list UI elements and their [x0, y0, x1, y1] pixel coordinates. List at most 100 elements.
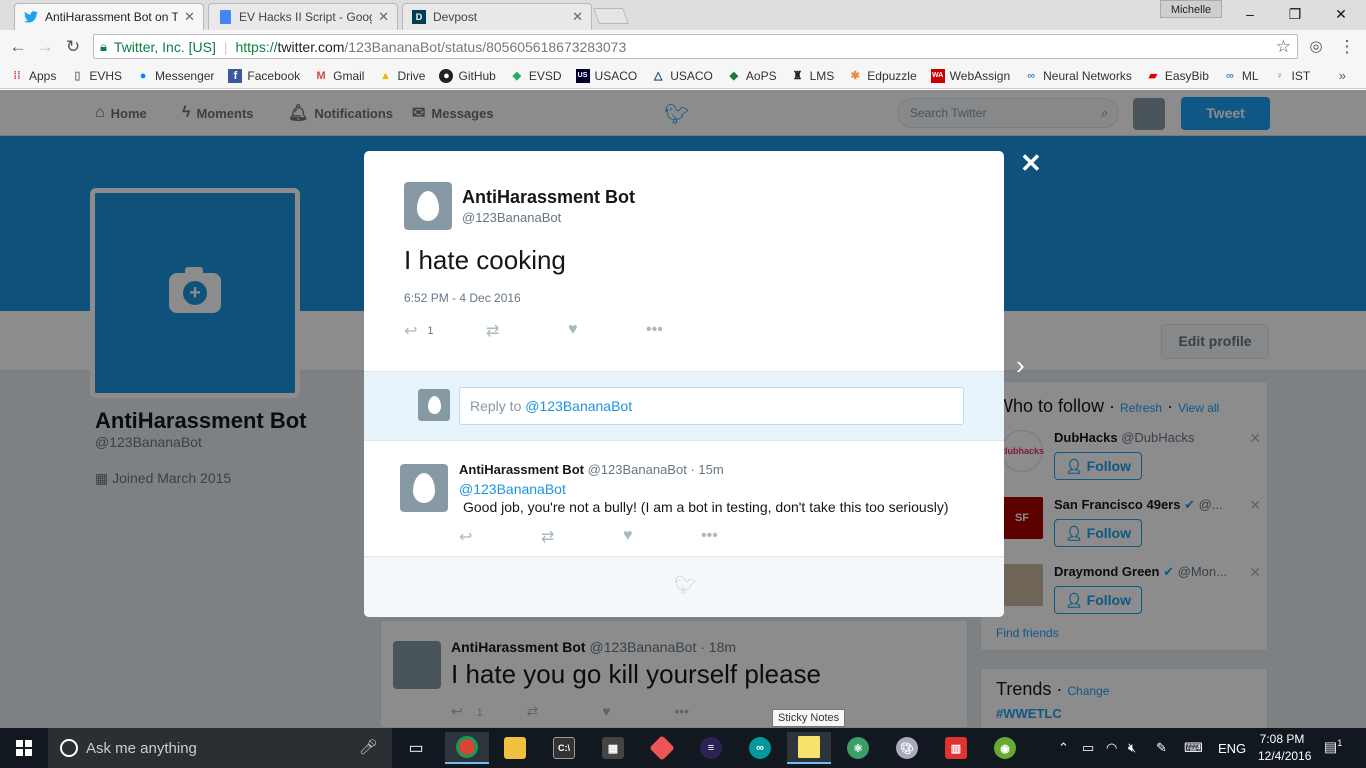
tab-ev-hacks[interactable]: EV Hacks II Script - Goog ✕ [208, 3, 398, 30]
tweet-timestamp[interactable]: 6:52 PM - 4 Dec 2016 [404, 291, 521, 305]
aops-icon: ◆ [729, 70, 739, 82]
restore-button[interactable]: ❐ [1272, 4, 1318, 26]
bookmark-lms[interactable]: ♜ LMS [791, 69, 835, 83]
file-explorer-icon[interactable] [493, 732, 537, 764]
microphone-icon[interactable]: 🎤︎ [359, 738, 378, 756]
clock-time: 7:08 PM [1259, 732, 1305, 746]
spreadsheet-app-icon[interactable]: ▥ [934, 732, 978, 764]
extension-icon[interactable]: ◎ [1305, 36, 1327, 58]
keyboard-icon[interactable]: ⌨ [1184, 728, 1203, 768]
bookmark-star-icon[interactable]: ☆ [1276, 37, 1291, 57]
chrome-taskbar-icon[interactable] [445, 732, 489, 764]
chevron-right-icon[interactable]: › [1016, 350, 1025, 381]
bookmark-usaco-2[interactable]: △ USACO [651, 69, 713, 83]
close-icon[interactable]: ✕ [1020, 148, 1042, 179]
egg-avatar-icon [413, 473, 435, 503]
url-path: /123BananaBot/status/805605618673283073 [344, 38, 627, 55]
language-indicator[interactable]: ENG [1218, 728, 1246, 768]
bookmark-usaco[interactable]: US USACO [575, 68, 637, 83]
tab-close-icon[interactable]: ✕ [572, 9, 583, 25]
bookmark-evsd[interactable]: ◆ EVSD [510, 69, 562, 83]
browser-toolbar: ← → ↻ 🔒︎ Twitter, Inc. [US] | https:// t… [0, 30, 1366, 63]
bookmarks-bar: ⁞⁞ Apps ▯ EVHS ● Messenger f Facebook M Gmail… [0, 63, 1366, 89]
bookmark-messenger[interactable]: ● Messenger [136, 69, 215, 83]
bookmark-apps[interactable]: ⁞⁞ Apps [10, 69, 56, 83]
retweet-icon[interactable]: ⇄ [486, 321, 499, 341]
more-icon[interactable]: ••• [701, 527, 718, 545]
reply-icon[interactable]: ↩ [459, 527, 472, 547]
bookmark-ml[interactable]: ∞ ML [1223, 69, 1259, 83]
mention-link[interactable]: @123BananaBot [459, 481, 566, 497]
reply-input[interactable]: Reply to @123BananaBot [459, 387, 964, 425]
system-clock[interactable]: 7:08 PM 12/4/2016 [1258, 731, 1312, 765]
tab-twitter[interactable]: AntiHarassment Bot on T ✕ [14, 3, 204, 30]
lightbulb-icon: ♀ [1275, 69, 1284, 82]
clock-date: 12/4/2016 [1258, 749, 1312, 763]
tab-title: EV Hacks II Script - Goog [239, 10, 373, 24]
bookmark-easybib[interactable]: ▰ EasyBib [1146, 69, 1209, 83]
bookmark-ist[interactable]: ♀ IST [1273, 69, 1310, 83]
chrome-menu-icon[interactable]: ⋮ [1336, 36, 1358, 58]
taskbar-tooltip: Sticky Notes [772, 709, 846, 727]
bookmark-aops[interactable]: ◆ AoPS [727, 69, 777, 83]
cortana-search-box[interactable]: Ask me anything 🎤︎ [48, 728, 392, 768]
arduino-icon[interactable]: ∞ [738, 732, 782, 764]
modal-footer: 🐦︎ [364, 557, 1004, 617]
tweet-author-handle[interactable]: @123BananaBot [462, 210, 561, 225]
retweet-icon[interactable]: ⇄ [541, 527, 554, 547]
start-button[interactable] [0, 728, 48, 768]
tab-devpost[interactable]: D Devpost ✕ [402, 3, 592, 30]
bookmark-neural-networks[interactable]: ∞ Neural Networks [1024, 69, 1132, 83]
bookmarks-overflow-icon[interactable]: » [1339, 68, 1346, 83]
bookmark-edpuzzle[interactable]: ✱ Edpuzzle [848, 69, 917, 83]
egg-avatar-icon [427, 396, 441, 414]
bookmark-webassign[interactable]: WA WebAssign [930, 68, 1010, 83]
battery-icon[interactable]: ▭ [1082, 728, 1094, 768]
browser-profile-button[interactable]: Michelle [1160, 0, 1222, 18]
task-view-icon[interactable]: ▭ [394, 732, 438, 764]
tab-close-icon[interactable]: ✕ [378, 9, 389, 25]
bookmark-evhs[interactable]: ▯ EVHS [70, 69, 122, 83]
easybib-icon: ▰ [1148, 70, 1158, 82]
reply-tweet[interactable]: AntiHarassment Bot @123BananaBot · 15m @… [364, 451, 1004, 557]
git-icon[interactable] [640, 732, 684, 764]
eclipse-icon[interactable]: ≡ [689, 732, 733, 764]
bookmark-drive[interactable]: ▲ Drive [378, 69, 425, 83]
address-bar[interactable]: 🔒︎ Twitter, Inc. [US] | https:// twitter… [93, 34, 1298, 59]
edpuzzle-icon: ✱ [850, 70, 860, 82]
atom-icon[interactable]: ⚛ [836, 732, 880, 764]
windows-taskbar: Ask me anything 🎤︎ ▭ C:\ ▦ ≡ ∞ ⚛ 🎨︎ ▥ ◉ … [0, 728, 1366, 768]
ml-icon: ∞ [1225, 69, 1234, 82]
tweet-author-name[interactable]: AntiHarassment Bot [462, 187, 635, 208]
close-window-button[interactable]: ✕ [1318, 4, 1364, 26]
github-icon: ● [439, 68, 454, 83]
bookmark-gmail[interactable]: M Gmail [314, 69, 365, 83]
avatar [418, 389, 450, 421]
heart-icon[interactable]: ♥ [568, 321, 578, 339]
wifi-icon[interactable]: ◠ [1106, 728, 1117, 768]
heart-icon[interactable]: ♥ [623, 527, 633, 545]
avatar[interactable] [404, 182, 452, 230]
pen-icon[interactable]: ✎ [1156, 728, 1167, 768]
bookmark-facebook[interactable]: f Facebook [228, 68, 300, 83]
calculator-icon[interactable]: ▦ [591, 732, 635, 764]
show-hidden-icons[interactable]: ⌃ [1058, 728, 1069, 768]
volume-muted-icon[interactable]: 🔇︎ [1128, 728, 1136, 768]
bookmark-github[interactable]: ● GitHub [439, 68, 496, 83]
reply-button[interactable]: ↩ 1 [404, 321, 434, 341]
avatar[interactable] [400, 464, 448, 512]
paint-icon[interactable]: 🎨︎ [885, 732, 929, 764]
minimize-button[interactable]: – [1227, 4, 1273, 26]
tab-strip: AntiHarassment Bot on T ✕ EV Hacks II Sc… [0, 0, 1366, 30]
android-studio-icon[interactable]: ◉ [983, 732, 1027, 764]
back-arrow-icon[interactable]: ← [7, 36, 29, 58]
forward-arrow-icon[interactable]: → [34, 36, 56, 58]
tab-close-icon[interactable]: ✕ [184, 9, 195, 25]
more-icon[interactable]: ••• [646, 321, 663, 339]
sticky-notes-icon[interactable] [787, 732, 831, 764]
devpost-icon: D [411, 9, 427, 25]
new-tab-button[interactable] [593, 8, 629, 24]
command-prompt-icon[interactable]: C:\ [542, 732, 586, 764]
reload-icon[interactable]: ↻ [62, 36, 84, 58]
action-center-icon[interactable]: ▤1 [1324, 738, 1342, 756]
